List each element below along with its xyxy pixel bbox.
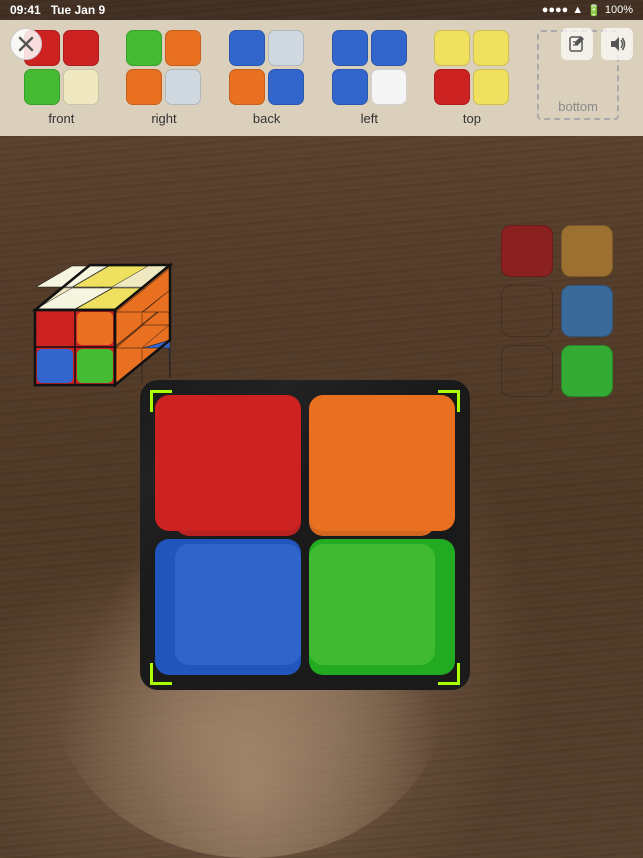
back-grid bbox=[229, 30, 304, 105]
front-cell-1 bbox=[63, 30, 99, 66]
right-label: right bbox=[151, 111, 176, 126]
top-cell-1 bbox=[473, 30, 509, 66]
top-cell-3 bbox=[473, 69, 509, 105]
status-icons: ●●●● ▲ 🔋 100% bbox=[542, 4, 633, 17]
cube-diagram bbox=[15, 230, 195, 390]
cube-tile-green bbox=[309, 539, 455, 675]
swatch-5-empty bbox=[501, 345, 553, 397]
cube-svg bbox=[15, 230, 195, 390]
sound-button[interactable] bbox=[601, 28, 633, 60]
back-cell-1 bbox=[268, 30, 304, 66]
back-cell-3 bbox=[268, 69, 304, 105]
sound-icon bbox=[608, 35, 626, 53]
front-cell-2 bbox=[24, 69, 60, 105]
real-cube-body bbox=[140, 380, 470, 690]
swatch-2 bbox=[561, 225, 613, 277]
edit-button[interactable] bbox=[561, 28, 593, 60]
right-grid bbox=[126, 30, 201, 105]
face-right[interactable]: right bbox=[126, 30, 201, 126]
back-cell-0 bbox=[229, 30, 265, 66]
floating-swatches bbox=[501, 225, 613, 397]
signal-icon: ●●●● bbox=[542, 4, 569, 16]
edit-icon bbox=[568, 35, 586, 53]
face-top[interactable]: top bbox=[434, 30, 509, 126]
status-time: 09:41 Tue Jan 9 bbox=[10, 3, 105, 17]
date-display: Tue Jan 9 bbox=[51, 3, 105, 17]
time-display: 09:41 bbox=[10, 3, 41, 17]
cube-tile-blue bbox=[155, 539, 301, 675]
left-cell-0 bbox=[332, 30, 368, 66]
cube-tile-red bbox=[155, 395, 301, 531]
top-label: top bbox=[463, 111, 481, 126]
back-cell-2 bbox=[229, 69, 265, 105]
front-label: front bbox=[48, 111, 74, 126]
bottom-label: bottom bbox=[558, 99, 598, 114]
swatch-4 bbox=[561, 285, 613, 337]
swatch-3-empty bbox=[501, 285, 553, 337]
left-cell-2 bbox=[332, 69, 368, 105]
close-icon bbox=[18, 36, 34, 52]
right-cell-2 bbox=[126, 69, 162, 105]
left-cell-3 bbox=[371, 69, 407, 105]
top-right-icons bbox=[561, 28, 633, 60]
right-cell-0 bbox=[126, 30, 162, 66]
face-back[interactable]: back bbox=[229, 30, 304, 126]
cube-tile-orange bbox=[309, 395, 455, 531]
cube-face-grid bbox=[155, 395, 455, 675]
close-button[interactable] bbox=[10, 28, 42, 60]
wifi-icon: ▲ bbox=[572, 4, 583, 16]
left-cell-1 bbox=[371, 30, 407, 66]
swatch-6 bbox=[561, 345, 613, 397]
front-cell-3 bbox=[63, 69, 99, 105]
top-grid bbox=[434, 30, 509, 105]
battery-percent: 100% bbox=[605, 4, 633, 16]
swatch-1 bbox=[501, 225, 553, 277]
status-bar: 09:41 Tue Jan 9 ●●●● ▲ 🔋 100% bbox=[0, 0, 643, 20]
top-panel: front right back bbox=[0, 20, 643, 136]
back-label: back bbox=[253, 111, 280, 126]
face-left[interactable]: left bbox=[332, 30, 407, 126]
top-cell-2 bbox=[434, 69, 470, 105]
battery-icon: 🔋 bbox=[587, 4, 601, 17]
top-cell-0 bbox=[434, 30, 470, 66]
left-label: left bbox=[361, 111, 378, 126]
right-cell-1 bbox=[165, 30, 201, 66]
right-cell-3 bbox=[165, 69, 201, 105]
left-grid bbox=[332, 30, 407, 105]
face-row: front right back bbox=[10, 30, 633, 126]
